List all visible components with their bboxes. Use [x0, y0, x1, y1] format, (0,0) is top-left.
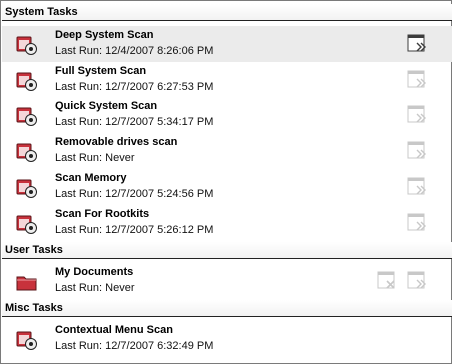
task-name: Deep System Scan: [55, 29, 154, 41]
run-task-icon[interactable]: [407, 105, 429, 125]
run-task-icon[interactable]: [407, 271, 429, 291]
scan-task-icon: [16, 72, 37, 91]
task-row-quick-system-scan[interactable]: Quick System Scan Last Run: 12/7/2007 5:…: [2, 97, 452, 133]
task-name: Scan Memory: [55, 172, 127, 184]
task-last-run: Last Run: Never: [55, 152, 135, 164]
scan-task-icon: [16, 143, 37, 162]
task-last-run: Last Run: 12/7/2007 5:24:56 PM: [55, 188, 214, 200]
task-last-run: Last Run: 12/7/2007 5:26:12 PM: [55, 224, 214, 236]
scan-task-icon: [16, 36, 37, 55]
task-name: Quick System Scan: [55, 100, 158, 112]
scan-task-icon: [16, 179, 37, 198]
task-last-run: Last Run: Never: [55, 282, 135, 294]
task-row-scan-for-rootkits[interactable]: Scan For Rootkits Last Run: 12/7/2007 5:…: [2, 205, 452, 241]
task-list-panel: System Tasks Deep System Scan Last Run: …: [0, 0, 452, 364]
task-row-scan-memory[interactable]: Scan Memory Last Run: 12/7/2007 5:24:56 …: [2, 169, 452, 205]
task-name: Removable drives scan: [55, 136, 178, 148]
task-row-full-system-scan[interactable]: Full System Scan Last Run: 12/7/2007 6:2…: [2, 62, 452, 98]
task-row-deep-system-scan[interactable]: Deep System Scan Last Run: 12/4/2007 8:2…: [2, 26, 452, 62]
task-name: Contextual Menu Scan: [55, 324, 173, 336]
run-task-icon[interactable]: [407, 34, 429, 54]
task-row-contextual-menu-scan[interactable]: Contextual Menu Scan Last Run: 12/7/2007…: [2, 321, 452, 357]
task-name: My Documents: [55, 266, 134, 278]
run-task-icon[interactable]: [407, 70, 429, 90]
scan-task-icon: [16, 331, 37, 350]
scan-task-icon: [16, 107, 37, 126]
scan-task-icon: [16, 215, 37, 234]
task-last-run: Last Run: 12/7/2007 6:27:53 PM: [55, 81, 214, 93]
task-last-run: Last Run: 12/4/2007 8:26:06 PM: [55, 45, 214, 57]
task-row-removable-drives-scan[interactable]: Removable drives scan Last Run: Never: [2, 133, 452, 169]
delete-task-icon[interactable]: [377, 271, 399, 291]
run-task-icon[interactable]: [407, 141, 429, 161]
task-last-run: Last Run: 12/7/2007 5:34:17 PM: [55, 116, 214, 128]
section-header-system-tasks: System Tasks: [2, 4, 452, 21]
folder-icon: [16, 276, 37, 291]
section-header-user-tasks: User Tasks: [2, 242, 452, 259]
task-name: Full System Scan: [55, 65, 147, 77]
run-task-icon[interactable]: [407, 177, 429, 197]
section-header-misc-tasks: Misc Tasks: [2, 300, 452, 317]
task-name: Scan For Rootkits: [55, 208, 150, 220]
run-task-icon[interactable]: [407, 213, 429, 233]
task-last-run: Last Run: 12/7/2007 6:32:49 PM: [55, 340, 214, 352]
task-row-my-documents[interactable]: My Documents Last Run: Never: [2, 263, 452, 299]
